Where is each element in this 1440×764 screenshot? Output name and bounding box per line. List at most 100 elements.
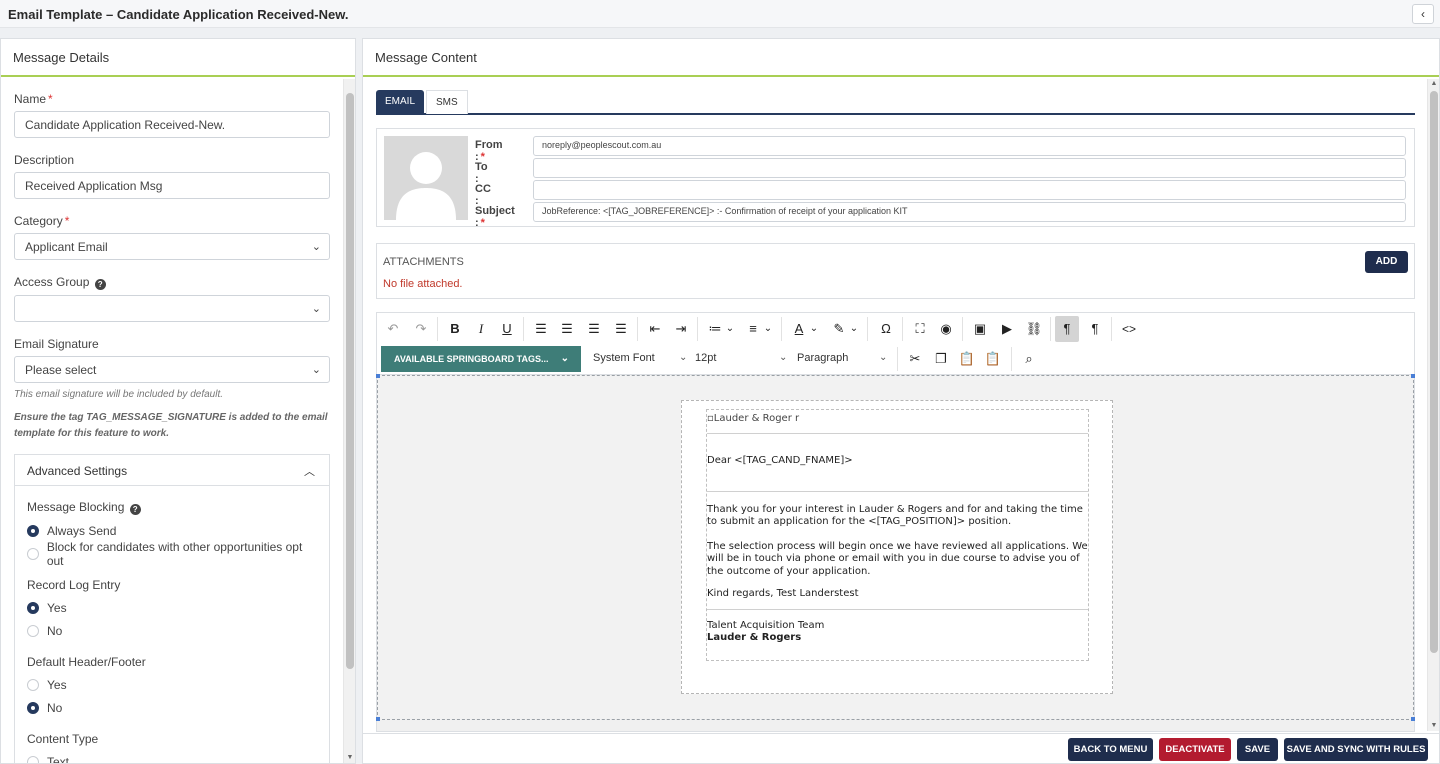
from-input[interactable]: noreply@peoplescout.com.au xyxy=(533,136,1406,156)
subject-input[interactable]: JobReference: <[TAG_JOBREFERENCE]> :- Co… xyxy=(533,202,1406,222)
redo-icon[interactable]: ↷ xyxy=(409,319,433,339)
ltr-direction-icon[interactable]: ¶ xyxy=(1055,316,1079,342)
align-center-icon[interactable]: ☰ xyxy=(555,319,579,339)
radio-button[interactable] xyxy=(27,525,39,537)
radio-button[interactable] xyxy=(27,702,39,714)
record-log-label: Record Log Entry xyxy=(27,578,121,592)
tab-sms[interactable]: SMS xyxy=(426,90,468,114)
scroll-down-icon[interactable]: ▼ xyxy=(1428,721,1440,731)
media-icon[interactable]: ▶ xyxy=(995,319,1019,339)
radio-always-send[interactable]: Always Send xyxy=(27,524,317,538)
special-character-icon[interactable]: Ω xyxy=(874,319,898,339)
email-team: Talent Acquisition Team xyxy=(707,619,825,631)
italic-icon[interactable]: I xyxy=(469,319,493,339)
radio-button[interactable] xyxy=(27,548,39,560)
fullscreen-icon[interactable]: ⛶ xyxy=(908,319,932,339)
chevron-down-icon: ⌄ xyxy=(879,352,888,363)
radio-button[interactable] xyxy=(27,679,39,691)
email-signature-select[interactable]: Please select ⌄ xyxy=(14,356,330,383)
indent-icon[interactable]: ⇥ xyxy=(669,319,693,339)
email-greeting: Dear <[TAG_CAND_FNAME]> xyxy=(707,455,853,466)
radio-hf-no[interactable]: No xyxy=(27,701,317,715)
chevron-down-icon[interactable]: ⌄ xyxy=(761,319,775,339)
undo-icon[interactable]: ↶ xyxy=(381,319,405,339)
right-scrollbar[interactable]: ▲ ▼ xyxy=(1427,79,1439,731)
chevron-down-icon: ⌄ xyxy=(779,352,788,363)
collapse-button[interactable]: ‹ xyxy=(1412,4,1434,24)
name-label: Name * xyxy=(14,92,53,106)
to-input[interactable] xyxy=(533,158,1406,178)
save-button[interactable]: SAVE xyxy=(1237,738,1278,761)
cut-icon[interactable]: ✂ xyxy=(903,349,927,369)
chevron-down-icon: ⌄ xyxy=(311,364,321,376)
radio-button[interactable] xyxy=(27,625,39,637)
scrollbar-thumb[interactable] xyxy=(1430,91,1438,653)
email-brand: Lauder & Rogers xyxy=(707,632,802,643)
help-icon[interactable]: ? xyxy=(129,504,141,515)
category-select[interactable]: Applicant Email ⌄ xyxy=(14,233,330,260)
search-icon[interactable]: ⌕ xyxy=(1017,349,1041,369)
attachments-title: ATTACHMENTS xyxy=(383,256,464,268)
image-icon[interactable]: ▣ xyxy=(968,319,992,339)
chevron-down-icon: ⌄ xyxy=(311,303,321,315)
align-justify-icon[interactable]: ☰ xyxy=(609,319,633,339)
radio-log-yes[interactable]: Yes xyxy=(27,601,317,615)
advanced-settings: Advanced Settings ︿ Message Blocking ? Al… xyxy=(14,454,330,763)
bold-icon[interactable]: B xyxy=(443,319,467,339)
email-body: ▫Lauder & Roger r Dear <[TAG_CAND_FNAME]… xyxy=(706,409,1089,661)
chevron-left-icon: ‹ xyxy=(1421,7,1425,21)
chevron-down-icon: ⌄ xyxy=(311,241,321,253)
access-group-select[interactable]: ⌄ xyxy=(14,295,330,322)
underline-icon[interactable]: U xyxy=(495,319,519,339)
editor-canvas[interactable]: ▫Lauder & Roger r Dear <[TAG_CAND_FNAME]… xyxy=(376,374,1415,721)
paste-icon[interactable]: 📋 xyxy=(955,349,979,369)
copy-icon[interactable]: ❐ xyxy=(929,349,953,369)
chevron-down-icon[interactable]: ⌄ xyxy=(723,319,737,339)
radio-button[interactable] xyxy=(27,602,39,614)
preview-icon[interactable]: ◉ xyxy=(934,319,958,339)
add-attachment-button[interactable]: ADD xyxy=(1365,251,1408,273)
cc-input[interactable] xyxy=(533,180,1406,200)
font-size-select[interactable]: 12pt ⌄ xyxy=(695,352,791,364)
category-label: Category * xyxy=(14,214,70,228)
outdent-icon[interactable]: ⇤ xyxy=(643,319,667,339)
chevron-down-icon: ⌄ xyxy=(560,353,569,364)
footer-actions: BACK TO MENU DEACTIVATE SAVE SAVE AND SY… xyxy=(0,737,1440,764)
description-input[interactable]: Received Application Msg xyxy=(14,172,330,199)
message-details-header: Message Details xyxy=(1,39,355,77)
radio-log-no[interactable]: No xyxy=(27,624,317,638)
editor-toolbar-primary: ↶ ↷ B I U ☰ ☰ ☰ ☰ ⇤ ⇥ ≔ ⌄ ≡ ⌄ A ⌄ ✎ ⌄ Ω xyxy=(377,313,1414,343)
help-icon[interactable]: ? xyxy=(94,279,106,290)
chevron-down-icon[interactable]: ⌄ xyxy=(847,319,861,339)
scroll-up-icon[interactable]: ▲ xyxy=(1428,79,1440,89)
align-right-icon[interactable]: ☰ xyxy=(582,319,606,339)
scrollbar-thumb[interactable] xyxy=(346,93,354,669)
access-group-label: Access Group ? xyxy=(14,275,330,290)
email-closing: Kind regards, Test Landerstest xyxy=(707,588,859,599)
radio-block-opt-out[interactable]: Block for candidates with other opportun… xyxy=(27,540,317,568)
advanced-settings-toggle[interactable]: Advanced Settings ︿ xyxy=(15,455,329,486)
radio-hf-yes[interactable]: Yes xyxy=(27,678,317,692)
springboard-tags-button[interactable]: AVAILABLE SPRINGBOARD TAGS... ⌄ xyxy=(381,346,581,372)
tab-email[interactable]: EMAIL xyxy=(376,90,425,114)
align-left-icon[interactable]: ☰ xyxy=(529,319,553,339)
font-family-select[interactable]: System Font ⌄ xyxy=(593,352,689,364)
chevron-down-icon[interactable]: ⌄ xyxy=(807,319,821,339)
save-and-sync-button[interactable]: SAVE AND SYNC WITH RULES xyxy=(1284,738,1428,761)
source-code-icon[interactable]: <> xyxy=(1117,319,1141,339)
email-paragraph-1: Thank you for your interest in Lauder & … xyxy=(707,503,1083,528)
block-format-select[interactable]: Paragraph ⌄ xyxy=(797,352,893,364)
paste-text-icon[interactable]: 📋 xyxy=(981,349,1005,369)
link-icon[interactable]: ⛓ xyxy=(1022,319,1046,339)
rtl-direction-icon[interactable]: ¶ xyxy=(1083,319,1107,339)
page-header: Email Template – Candidate Application R… xyxy=(0,0,1440,28)
left-scrollbar[interactable]: ▼ xyxy=(343,79,355,763)
broken-logo-image: ▫Lauder & Roger r xyxy=(707,410,1088,434)
chevron-down-icon: ⌄ xyxy=(679,352,688,363)
back-to-menu-button[interactable]: BACK TO MENU xyxy=(1068,738,1153,761)
editor-toolbar-secondary: AVAILABLE SPRINGBOARD TAGS... ⌄ System Fo… xyxy=(377,343,1414,375)
deactivate-button[interactable]: DEACTIVATE xyxy=(1159,738,1231,761)
message-details-body: Name * Candidate Application Received-New… xyxy=(1,79,343,763)
email-header-fields: From : * noreply@peoplescout.com.au To : … xyxy=(376,128,1415,229)
name-input[interactable]: Candidate Application Received-New. xyxy=(14,111,330,138)
